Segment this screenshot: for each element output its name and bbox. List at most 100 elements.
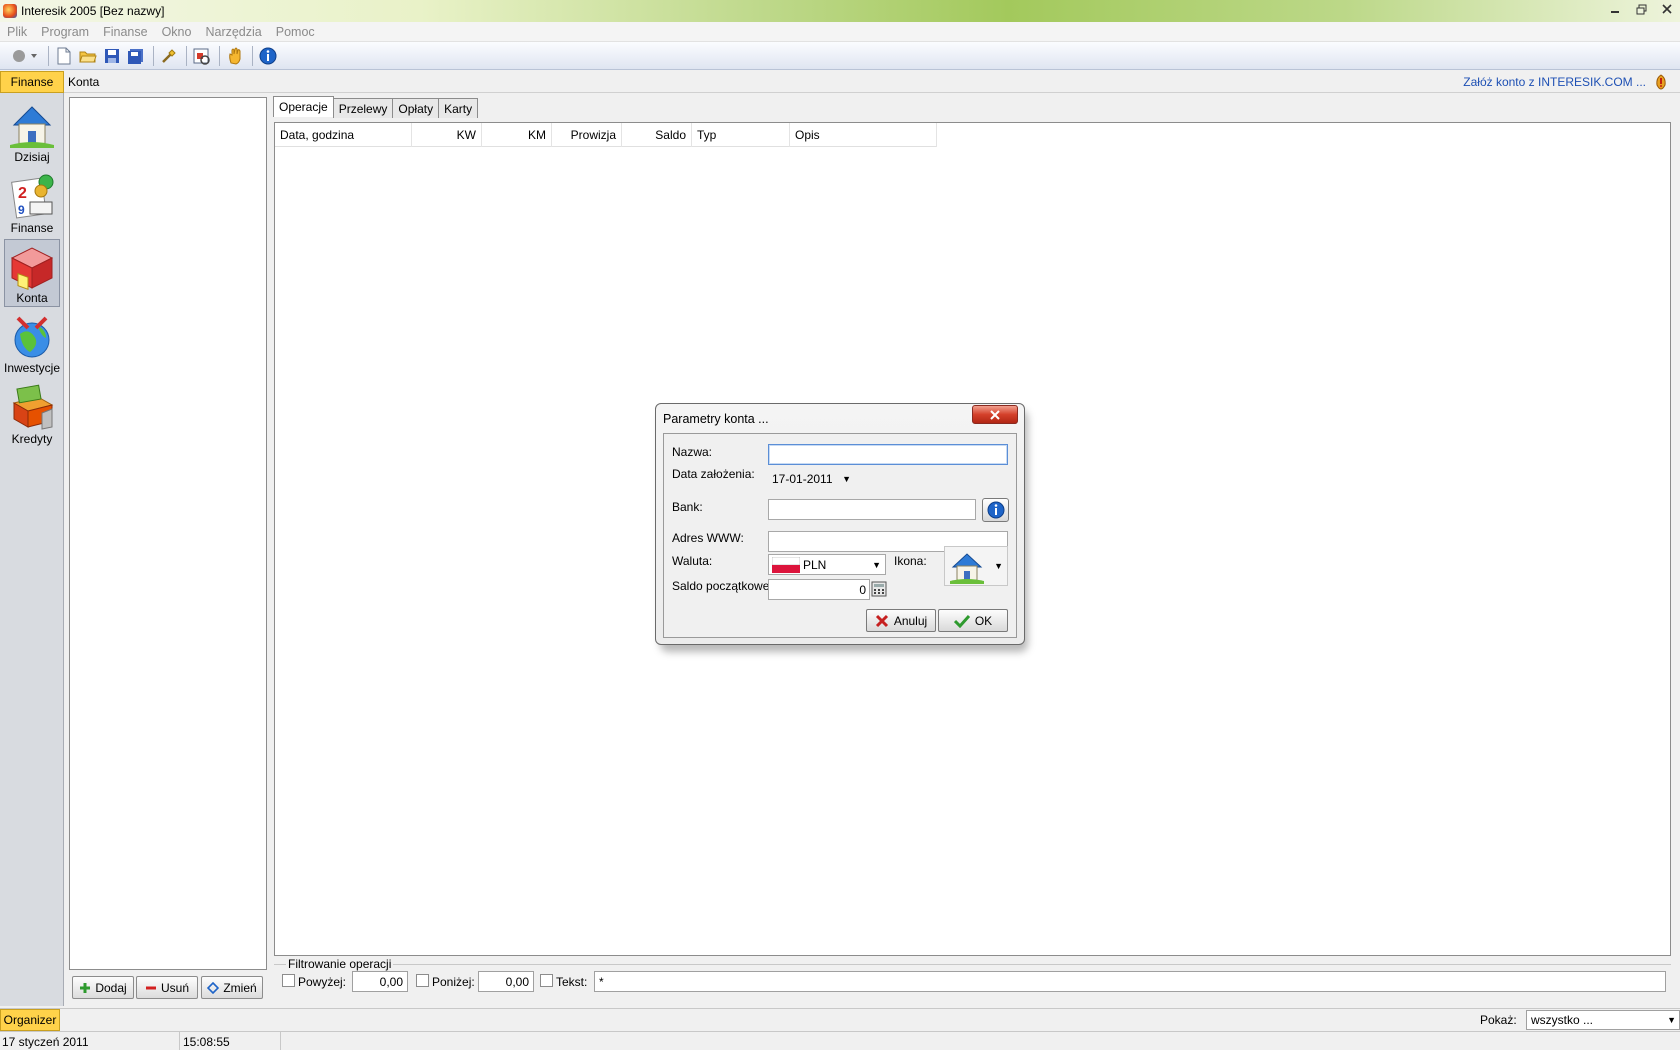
- nav-item-kredyty[interactable]: Kredyty: [4, 381, 60, 449]
- window-controls: [1602, 0, 1680, 20]
- nav-item-dzisiaj[interactable]: Dzisiaj: [4, 99, 60, 167]
- above-input[interactable]: 0,00: [352, 971, 408, 992]
- menu-pomoc[interactable]: Pomoc: [269, 25, 322, 39]
- menu-narzedzia[interactable]: Narzędzia: [198, 25, 268, 39]
- status-time: 15:08:55: [181, 1032, 281, 1050]
- ok-button[interactable]: OK: [938, 609, 1008, 632]
- column-header-opis[interactable]: Opis: [790, 123, 937, 147]
- above-checkbox[interactable]: [282, 974, 295, 987]
- section-finanse-label: Finanse: [0, 71, 64, 93]
- toolbar-separator: [186, 45, 187, 66]
- nav-label: Finanse: [10, 221, 54, 235]
- column-header-date[interactable]: Data, godzina: [275, 123, 412, 147]
- dialog-title: Parametry konta ...: [663, 412, 769, 426]
- chevron-down-icon: ▼: [842, 474, 851, 484]
- toolbar-open-button[interactable]: [77, 45, 99, 67]
- nav-item-konta[interactable]: Konta: [4, 239, 60, 307]
- balance-label: Saldo początkowe:: [672, 579, 773, 593]
- tab-oplaty[interactable]: Opłaty: [392, 98, 440, 118]
- cancel-x-icon: [875, 614, 888, 627]
- poland-flag-icon: [772, 556, 800, 573]
- menu-okno[interactable]: Okno: [155, 25, 199, 39]
- edit-button[interactable]: Zmień: [201, 976, 263, 999]
- status-bar: 17 styczeń 2011 15:08:55: [0, 1031, 1680, 1050]
- restore-icon: [1636, 4, 1646, 14]
- show-select[interactable]: wszystko ... ▼: [1526, 1010, 1680, 1030]
- toolbar-new-button[interactable]: [53, 45, 75, 67]
- date-picker[interactable]: 17-01-2011 ▼: [768, 468, 856, 489]
- toolbar-separator: [219, 45, 220, 66]
- svg-text:2: 2: [18, 185, 27, 202]
- nav-item-finanse[interactable]: 2 9 Finanse: [4, 170, 60, 238]
- toolbar-record-button[interactable]: [8, 45, 42, 67]
- restore-button[interactable]: [1628, 0, 1654, 18]
- toolbar-tools-button[interactable]: [158, 45, 180, 67]
- nav-label: Konta: [16, 291, 48, 305]
- menu-plik[interactable]: Plik: [0, 25, 34, 39]
- column-header-typ[interactable]: Typ: [692, 123, 790, 147]
- status-date: 17 styczeń 2011: [0, 1032, 180, 1050]
- text-checkbox[interactable]: [540, 974, 553, 987]
- bank-info-button[interactable]: [982, 498, 1009, 522]
- column-header-kw[interactable]: KW: [412, 123, 482, 147]
- nav-label: Inwestycje: [3, 361, 61, 375]
- below-input[interactable]: 0,00: [478, 971, 534, 992]
- breadcrumb: Konta: [68, 75, 100, 89]
- tab-operacje[interactable]: Operacje: [273, 96, 334, 117]
- section-organizer-button[interactable]: Organizer: [0, 1009, 60, 1031]
- toolbar-save-as-button[interactable]: [125, 45, 147, 67]
- date-value: 17-01-2011: [772, 471, 833, 486]
- currency-select[interactable]: PLN ▼: [768, 554, 886, 575]
- column-header-prowizja[interactable]: Prowizja: [552, 123, 622, 147]
- nav-item-inwestycje[interactable]: Inwestycje: [4, 310, 60, 378]
- icon-label: Ikona:: [894, 554, 927, 568]
- toolbar-hand-button[interactable]: [224, 45, 246, 67]
- checkmark-icon: [953, 614, 970, 628]
- balance-input[interactable]: 0: [768, 579, 870, 600]
- diamond-icon: [207, 981, 220, 994]
- close-window-button[interactable]: [1654, 0, 1680, 18]
- name-input[interactable]: [768, 444, 1008, 465]
- title-bar: Interesik 2005 [Bez nazwy]: [0, 0, 1680, 22]
- menu-finanse[interactable]: Finanse: [96, 25, 154, 39]
- left-navigation: Dzisiaj 2 9 Finanse Konta Inwestycje Kre…: [0, 93, 64, 1006]
- dialog-close-button[interactable]: [972, 405, 1018, 424]
- icon-picker[interactable]: ▼: [944, 546, 1008, 586]
- minus-icon: [145, 986, 156, 989]
- bottom-bar: Organizer Pokaż: wszystko ... ▼: [0, 1008, 1680, 1031]
- credit-icon: [12, 384, 54, 430]
- text-filter-input[interactable]: *: [594, 971, 1666, 992]
- house-icon: [950, 553, 984, 584]
- name-label: Nazwa:: [672, 445, 713, 459]
- finance-icon: 2 9: [11, 174, 54, 219]
- tab-przelewy[interactable]: Przelewy: [332, 98, 394, 118]
- section-header: Finanse Konta Załóż konto z INTERESIK.CO…: [0, 71, 1680, 93]
- currency-value: PLN: [803, 557, 827, 572]
- create-account-link[interactable]: Załóż konto z INTERESIK.COM ...: [1463, 75, 1646, 89]
- filter-legend: Filtrowanie operacji: [286, 957, 394, 971]
- minimize-button[interactable]: [1602, 0, 1628, 18]
- bank-input[interactable]: [768, 499, 976, 520]
- below-checkbox[interactable]: [416, 974, 429, 987]
- menu-program[interactable]: Program: [34, 25, 96, 39]
- save-icon: [105, 48, 119, 63]
- close-icon: [990, 409, 1000, 420]
- filter-divider: [274, 964, 1671, 965]
- accounts-list[interactable]: [69, 97, 267, 970]
- tab-bar: Operacje Przelewy Opłaty Karty: [273, 96, 479, 118]
- tab-karty[interactable]: Karty: [438, 98, 479, 118]
- svg-text:9: 9: [18, 203, 25, 217]
- remove-button[interactable]: Usuń: [136, 976, 198, 999]
- column-header-saldo[interactable]: Saldo: [622, 123, 692, 147]
- calculator-button[interactable]: [871, 581, 887, 597]
- close-icon: [1662, 4, 1672, 14]
- cancel-button[interactable]: Anuluj: [866, 609, 936, 632]
- toolbar-info-button[interactable]: [257, 45, 279, 67]
- text-label: Tekst:: [556, 975, 588, 989]
- toolbar-report-button[interactable]: [191, 45, 213, 67]
- column-header-km[interactable]: KM: [482, 123, 552, 147]
- date-label: Data założenia:: [672, 467, 755, 481]
- toolbar-save-button[interactable]: [101, 45, 123, 67]
- menu-bar: Plik Program Finanse Okno Narzędzia Pomo…: [0, 22, 1680, 42]
- add-button[interactable]: Dodaj: [72, 976, 134, 999]
